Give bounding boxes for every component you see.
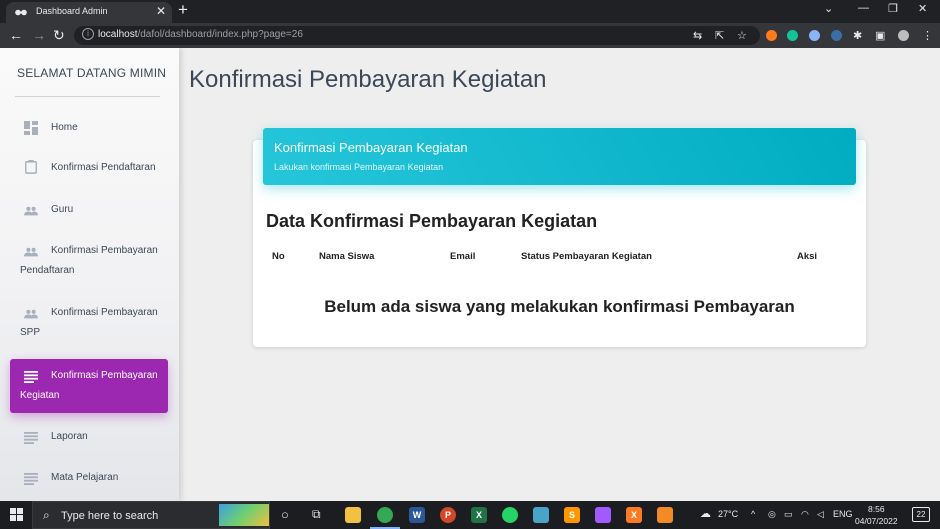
app-icon[interactable] <box>533 507 549 523</box>
sidebar-item-guru[interactable]: Guru <box>10 200 168 220</box>
temperature[interactable]: 27°C <box>718 509 738 519</box>
extensions-puzzle-icon[interactable]: ✱ <box>853 29 862 42</box>
column-header-no: No <box>272 251 285 262</box>
sidebar: SELAMAT DATANG MIMIN Home Konfirmasi Pen… <box>0 48 179 501</box>
site-info-icon[interactable]: i <box>82 28 94 40</box>
extension-icon[interactable] <box>809 30 820 41</box>
wifi-icon[interactable]: ◠ <box>801 509 809 520</box>
taskbar-search-box[interactable]: ⌕ Type here to search <box>32 501 270 529</box>
browser-tab-bar: Dashboard Admin ✕ + ⌄ — ❐ ✕ <box>0 0 940 23</box>
xampp-icon[interactable]: X <box>626 507 642 523</box>
new-tab-button[interactable]: + <box>178 0 188 20</box>
clock-date: 04/07/2022 <box>855 516 898 526</box>
sidebar-item-mata-pelajaran[interactable]: Mata Pelajaran <box>10 468 168 488</box>
system-clock[interactable]: 8:56 04/07/2022 <box>855 503 898 527</box>
task-view-icon[interactable]: ⧉ <box>312 507 321 522</box>
input-language[interactable]: ENG <box>833 509 853 519</box>
reload-icon[interactable]: ↻ <box>53 27 65 44</box>
address-bar[interactable]: i localhost/dafol/dashboard/index.php?pa… <box>74 26 760 45</box>
app-icon[interactable] <box>657 507 673 523</box>
card-header-subtitle: Lakukan konfirmasi Pembayaran Kegiatan <box>274 162 444 172</box>
sidebar-item-konfirmasi-pendaftaran[interactable]: Konfirmasi Pendaftaran <box>10 158 168 178</box>
browser-tab[interactable]: Dashboard Admin ✕ <box>6 2 172 23</box>
sidebar-item-konfirmasi-pembayaran-spp[interactable]: Konfirmasi Pembayaran SPP <box>10 303 168 343</box>
sidebar-item-label: Konfirmasi Pembayaran Kegiatan <box>20 370 158 401</box>
sidebar-item-laporan[interactable]: Laporan <box>10 427 168 447</box>
url-text[interactable]: localhost/dafol/dashboard/index.php?page… <box>98 29 303 40</box>
taskbar: ⌕ Type here to search ○ ⧉ W P X S X ☁ 27… <box>0 501 940 529</box>
favicon-icon <box>15 9 27 16</box>
sidebar-item-home[interactable]: Home <box>10 118 168 138</box>
figma-icon[interactable] <box>595 507 611 523</box>
sidebar-brand[interactable]: SELAMAT DATANG MIMIN <box>17 66 166 80</box>
tab-close-icon[interactable]: ✕ <box>156 4 166 18</box>
sidebar-item-label: Konfirmasi Pembayaran Pendaftaran <box>20 245 158 276</box>
word-icon[interactable]: W <box>409 507 425 523</box>
whatsapp-icon[interactable] <box>502 507 518 523</box>
sidebar-item-label: Home <box>51 122 78 133</box>
sidebar-item-label: Mata Pelajaran <box>51 472 119 483</box>
translate-icon[interactable]: ⇆ <box>693 29 702 42</box>
extension-icon[interactable] <box>831 30 842 41</box>
empty-state-message: Belum ada siswa yang melakukan konfirmas… <box>324 297 795 316</box>
sidebar-item-label: Konfirmasi Pendaftaran <box>51 162 156 173</box>
sidebar-item-konfirmasi-pembayaran-pendaftaran[interactable]: Konfirmasi Pembayaran Pendaftaran <box>10 241 168 281</box>
back-icon[interactable]: ← <box>9 27 23 43</box>
security-icon[interactable]: ◎ <box>768 509 776 520</box>
column-header-email: Email <box>450 251 476 262</box>
share-icon[interactable]: ⇱ <box>715 29 724 42</box>
volume-icon[interactable]: ◁ <box>817 509 824 520</box>
restore-icon[interactable]: ❐ <box>888 2 898 15</box>
powerpoint-icon[interactable]: P <box>440 507 456 523</box>
side-panel-icon[interactable]: ▣ <box>875 29 885 42</box>
sidebar-item-label: Konfirmasi Pembayaran SPP <box>20 307 158 338</box>
chrome-icon[interactable] <box>377 507 393 523</box>
clock-time: 8:56 <box>868 504 885 514</box>
window-close-icon[interactable]: ✕ <box>918 2 927 15</box>
weather-cloud-icon[interactable]: ☁ <box>700 507 711 520</box>
table-title: Data Konfirmasi Pembayaran Kegiatan <box>266 211 598 231</box>
grammarly-icon[interactable] <box>787 30 798 41</box>
card-header: Konfirmasi Pembayaran Kegiatan Lakukan k… <box>263 128 856 185</box>
menu-dots-icon[interactable]: ⋮ <box>922 29 933 42</box>
sidebar-item-label: Guru <box>51 204 74 215</box>
profile-avatar-icon[interactable] <box>898 30 909 41</box>
page-title: Konfirmasi Pembayaran Kegiatan <box>189 66 547 93</box>
cortana-icon[interactable]: ○ <box>281 507 289 522</box>
notification-center-icon[interactable]: 22 <box>912 507 930 522</box>
column-header-aksi: Aksi <box>797 251 818 262</box>
sidebar-divider <box>15 96 160 97</box>
tab-search-icon[interactable]: ⌄ <box>824 2 833 15</box>
card-header-title: Konfirmasi Pembayaran Kegiatan <box>274 140 468 155</box>
search-placeholder: Type here to search <box>61 510 159 522</box>
search-highlight-image[interactable] <box>219 504 269 526</box>
sidebar-item-konfirmasi-pembayaran-kegiatan[interactable]: Konfirmasi Pembayaran Kegiatan <box>10 359 168 413</box>
column-header-nama-siswa: Nama Siswa <box>319 251 375 262</box>
windows-start-icon[interactable] <box>10 508 24 522</box>
tab-title: Dashboard Admin <box>36 6 108 16</box>
search-icon: ⌕ <box>43 508 50 522</box>
forward-icon[interactable]: → <box>32 27 46 43</box>
file-explorer-icon[interactable] <box>345 507 361 523</box>
column-header-status: Status Pembayaran Kegiatan <box>521 251 652 262</box>
bookmark-star-icon[interactable]: ☆ <box>737 29 747 42</box>
excel-icon[interactable]: X <box>471 507 487 523</box>
battery-icon[interactable]: ▭ <box>784 509 793 520</box>
sublime-text-icon[interactable]: S <box>564 507 580 523</box>
show-hidden-icons-icon[interactable]: ^ <box>751 509 755 519</box>
minimize-icon[interactable]: — <box>858 2 869 14</box>
sidebar-item-label: Laporan <box>51 431 88 442</box>
extension-icon[interactable] <box>766 30 777 41</box>
page-viewport: SELAMAT DATANG MIMIN Home Konfirmasi Pen… <box>0 48 940 501</box>
browser-toolbar: ← → ↻ i localhost/dafol/dashboard/index.… <box>0 23 940 48</box>
